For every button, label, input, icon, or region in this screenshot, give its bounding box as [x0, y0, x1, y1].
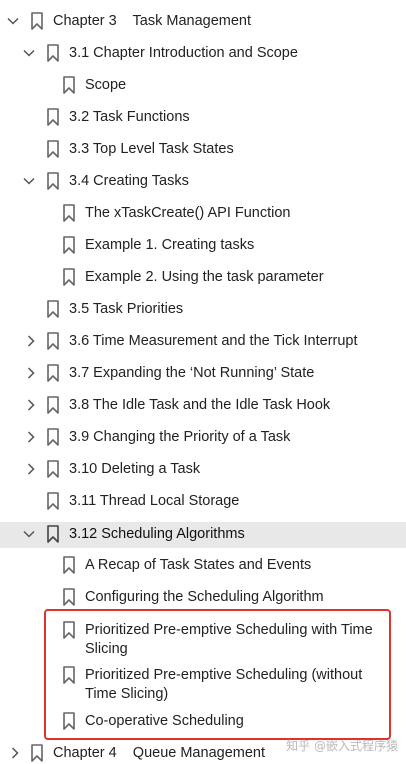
bookmark-icon — [63, 204, 75, 222]
bookmark-3-2[interactable]: 3.2 Task Functions — [0, 108, 406, 128]
watermark: 知乎 @嵌入式程序猿 — [286, 739, 398, 753]
bookmark-icon — [47, 108, 59, 126]
bookmark-icon — [47, 364, 59, 382]
bookmark-xtaskcreate[interactable]: The xTaskCreate() API Function — [0, 204, 406, 224]
bookmark-icon — [63, 666, 75, 684]
bookmark-label: 3.11 Thread Local Storage — [69, 493, 240, 509]
bookmark-icon — [47, 172, 59, 190]
chevron-right-icon[interactable] — [9, 747, 21, 759]
bookmark-3-11[interactable]: 3.11 Thread Local Storage — [0, 492, 406, 512]
bookmark-3-1[interactable]: 3.1 Chapter Introduction and Scope — [0, 44, 406, 64]
bookmark-recap-task-states[interactable]: A Recap of Task States and Events — [0, 556, 406, 576]
bookmark-label: Prioritized Pre-emptive Scheduling with … — [85, 622, 373, 657]
bookmark-example-1[interactable]: Example 1. Creating tasks — [0, 236, 406, 256]
bookmark-3-8[interactable]: 3.8 The Idle Task and the Idle Task Hook — [0, 396, 406, 416]
chevron-right-icon[interactable] — [25, 463, 37, 475]
bookmark-3-7[interactable]: 3.7 Expanding the ‘Not Running’ State — [0, 364, 406, 384]
bookmark-label: 3.6 Time Measurement and the Tick Interr… — [69, 333, 358, 349]
bookmark-3-10[interactable]: 3.10 Deleting a Task — [0, 460, 406, 480]
bookmark-label: 3.12 Scheduling Algorithms — [69, 526, 245, 542]
bookmark-label: Example 1. Creating tasks — [85, 237, 255, 253]
bookmark-3-9[interactable]: 3.9 Changing the Priority of a Task — [0, 428, 406, 448]
bookmark-label: A Recap of Task States and Events — [85, 557, 312, 573]
bookmark-icon — [31, 12, 43, 30]
bookmark-3-6[interactable]: 3.6 Time Measurement and the Tick Interr… — [0, 332, 406, 352]
bookmark-label: 3.4 Creating Tasks — [69, 173, 189, 189]
bookmark-icon — [47, 396, 59, 414]
bookmark-label: 3.8 The Idle Task and the Idle Task Hook — [69, 397, 331, 413]
chevron-right-icon[interactable] — [25, 367, 37, 379]
bookmark-icon — [63, 621, 75, 639]
bookmark-label: Scope — [85, 77, 127, 93]
bookmark-label: Chapter 4 Queue Management — [53, 745, 265, 761]
chevron-right-icon[interactable] — [25, 399, 37, 411]
bookmark-icon — [63, 268, 75, 286]
chevron-down-icon[interactable] — [7, 15, 19, 27]
bookmark-3-5[interactable]: 3.5 Task Priorities — [0, 300, 406, 320]
bookmark-label: 3.1 Chapter Introduction and Scope — [69, 45, 298, 61]
bookmark-label: 3.7 Expanding the ‘Not Running’ State — [69, 365, 315, 381]
bookmark-icon — [63, 712, 75, 730]
chevron-down-icon[interactable] — [23, 175, 35, 187]
bookmark-icon — [47, 460, 59, 478]
bookmark-label: Configuring the Scheduling Algorithm — [85, 589, 324, 605]
bookmark-icon — [47, 525, 59, 543]
bookmark-chapter-3[interactable]: Chapter 3 Task Management — [0, 12, 406, 32]
bookmark-3-3[interactable]: 3.3 Top Level Task States — [0, 140, 406, 160]
bookmark-icon — [47, 428, 59, 446]
bookmark-icon — [47, 300, 59, 318]
bookmark-label: The xTaskCreate() API Function — [85, 205, 291, 221]
bookmark-label: 3.5 Task Priorities — [69, 301, 184, 317]
bookmark-scope[interactable]: Scope — [0, 76, 406, 96]
bookmark-icon — [63, 588, 75, 606]
chevron-down-icon[interactable] — [23, 528, 35, 540]
bookmark-label: Prioritized Pre-emptive Scheduling (with… — [85, 667, 363, 702]
bookmark-icon — [63, 76, 75, 94]
chevron-down-icon[interactable] — [23, 47, 35, 59]
bookmark-3-12[interactable]: 3.12 Scheduling Algorithms — [0, 525, 406, 545]
bookmark-label: 3.2 Task Functions — [69, 109, 190, 125]
bookmark-example-2[interactable]: Example 2. Using the task parameter — [0, 268, 406, 288]
bookmark-prioritized-time-slicing[interactable]: Prioritized Pre-emptive Scheduling with … — [0, 621, 406, 659]
bookmark-configuring-scheduling[interactable]: Configuring the Scheduling Algorithm — [0, 588, 406, 608]
bookmark-icon — [47, 492, 59, 510]
bookmark-icon — [63, 556, 75, 574]
bookmark-label: Co-operative Scheduling — [85, 713, 244, 729]
bookmark-label: 3.3 Top Level Task States — [69, 141, 234, 157]
bookmark-prioritized-no-time-slicing[interactable]: Prioritized Pre-emptive Scheduling (with… — [0, 666, 406, 704]
bookmark-icon — [63, 236, 75, 254]
bookmark-icon — [31, 744, 43, 762]
chevron-right-icon[interactable] — [25, 335, 37, 347]
bookmark-3-4[interactable]: 3.4 Creating Tasks — [0, 172, 406, 192]
bookmark-label: 3.9 Changing the Priority of a Task — [69, 429, 291, 445]
bookmark-icon — [47, 140, 59, 158]
bookmark-label: 3.10 Deleting a Task — [69, 461, 201, 477]
chevron-right-icon[interactable] — [25, 431, 37, 443]
bookmark-icon — [47, 332, 59, 350]
bookmark-cooperative-scheduling[interactable]: Co-operative Scheduling — [0, 712, 406, 732]
bookmark-label: Chapter 3 Task Management — [53, 13, 252, 29]
bookmark-icon — [47, 44, 59, 62]
bookmark-label: Example 2. Using the task parameter — [85, 269, 324, 285]
